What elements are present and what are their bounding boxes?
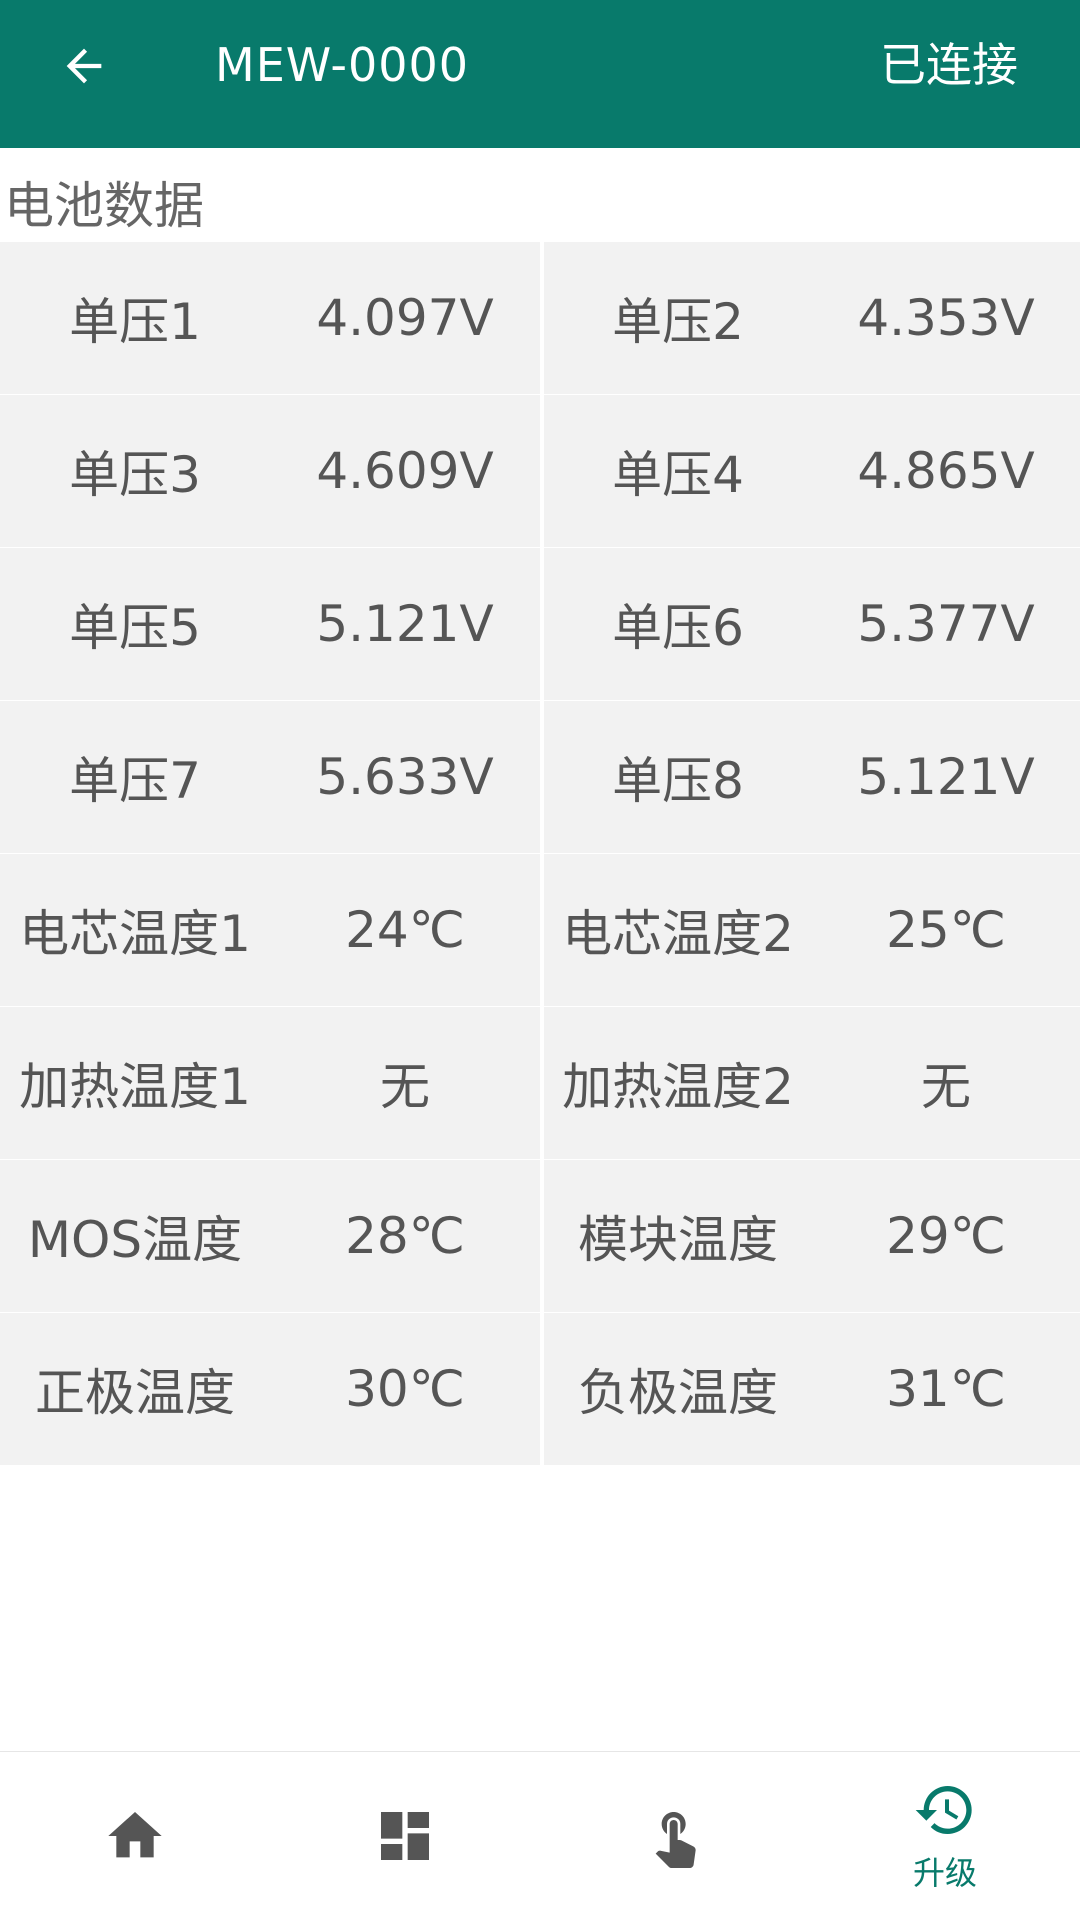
data-cell: 单压5 5.121V	[0, 548, 540, 700]
data-value: 4.353V	[857, 289, 1035, 347]
history-icon	[915, 1786, 972, 1834]
data-label: 单压1	[69, 293, 201, 351]
data-cell: 单压7 5.633V	[0, 701, 540, 853]
data-cell: 模块温度 29℃	[544, 1160, 1080, 1312]
data-row: 正极温度 30℃ 负极温度 31℃	[0, 1313, 1080, 1465]
nav-home[interactable]	[0, 1752, 270, 1920]
data-label: 单压3	[69, 446, 201, 504]
data-value: 29℃	[886, 1207, 1006, 1265]
data-value: 5.121V	[857, 748, 1035, 806]
data-label: 电芯温度2	[562, 905, 794, 963]
data-row: 单压3 4.609V 单压4 4.865V	[0, 395, 1080, 547]
nav-touch[interactable]	[540, 1752, 810, 1920]
data-row: MOS温度 28℃ 模块温度 29℃	[0, 1160, 1080, 1312]
data-label: 正极温度	[35, 1364, 235, 1422]
data-value: 28℃	[345, 1207, 465, 1265]
data-label: 加热温度2	[562, 1058, 794, 1116]
data-value: 5.633V	[316, 748, 494, 806]
data-label: MOS温度	[27, 1211, 243, 1269]
data-cell: 单压2 4.353V	[544, 242, 1080, 394]
data-value: 无	[380, 1058, 430, 1116]
data-value: 31℃	[886, 1360, 1006, 1418]
app-screen: MEW-0000 已连接 电池数据 单压1 4.097V 单压2 4.353V …	[0, 0, 1080, 1920]
battery-data-grid: 单压1 4.097V 单压2 4.353V 单压3 4.609V 单压4 4.8…	[0, 242, 1080, 1466]
data-value: 4.609V	[316, 442, 494, 500]
nav-dashboard[interactable]	[270, 1752, 540, 1920]
data-label: 单压6	[612, 599, 744, 657]
data-value: 30℃	[345, 1360, 465, 1418]
touch-icon	[655, 1812, 696, 1868]
data-cell: 加热温度2 无	[544, 1007, 1080, 1159]
data-cell: 正极温度 30℃	[0, 1313, 540, 1465]
data-cell: 电芯温度2 25℃	[544, 854, 1080, 1006]
data-cell: 单压8 5.121V	[544, 701, 1080, 853]
app-header: MEW-0000 已连接	[0, 0, 1080, 148]
data-cell: 单压1 4.097V	[0, 242, 540, 394]
device-title: MEW-0000	[215, 38, 470, 92]
section-title: 电池数据	[4, 177, 204, 235]
data-label: 单压2	[612, 293, 744, 351]
data-label: 单压7	[69, 752, 201, 810]
data-label: 模块温度	[578, 1211, 778, 1269]
data-label: 单压4	[612, 446, 744, 504]
nav-upgrade[interactable]: 升级	[810, 1752, 1080, 1920]
data-row: 单压7 5.633V 单压8 5.121V	[0, 701, 1080, 853]
data-cell: 单压4 4.865V	[544, 395, 1080, 547]
data-cell: MOS温度 28℃	[0, 1160, 540, 1312]
data-value: 4.097V	[316, 289, 494, 347]
data-cell: 负极温度 31℃	[544, 1313, 1080, 1465]
connection-status: 已连接	[880, 38, 1018, 92]
home-icon	[108, 1812, 162, 1858]
data-label: 电芯温度1	[19, 905, 251, 963]
data-label: 加热温度1	[19, 1058, 251, 1116]
data-value: 5.377V	[857, 595, 1035, 653]
data-value: 24℃	[345, 901, 465, 959]
data-cell: 单压6 5.377V	[544, 548, 1080, 700]
data-cell: 单压3 4.609V	[0, 395, 540, 547]
bottom-nav: 升级	[0, 1751, 1080, 1920]
data-cell: 电芯温度1 24℃	[0, 854, 540, 1006]
data-row: 单压1 4.097V 单压2 4.353V	[0, 242, 1080, 394]
data-value: 4.865V	[857, 442, 1035, 500]
data-value: 25℃	[886, 901, 1006, 959]
data-cell: 加热温度1 无	[0, 1007, 540, 1159]
data-value: 5.121V	[316, 595, 494, 653]
arrow-left-icon	[66, 48, 102, 84]
data-row: 电芯温度1 24℃ 电芯温度2 25℃	[0, 854, 1080, 1006]
data-value: 无	[921, 1058, 971, 1116]
data-label: 负极温度	[578, 1364, 778, 1422]
dashboard-icon	[381, 1812, 429, 1860]
nav-upgrade-label: 升级	[912, 1854, 977, 1892]
data-label: 单压8	[612, 752, 744, 810]
data-label: 单压5	[69, 599, 201, 657]
data-row: 加热温度1 无 加热温度2 无	[0, 1007, 1080, 1159]
back-button[interactable]	[44, 26, 124, 106]
data-row: 单压5 5.121V 单压6 5.377V	[0, 548, 1080, 700]
